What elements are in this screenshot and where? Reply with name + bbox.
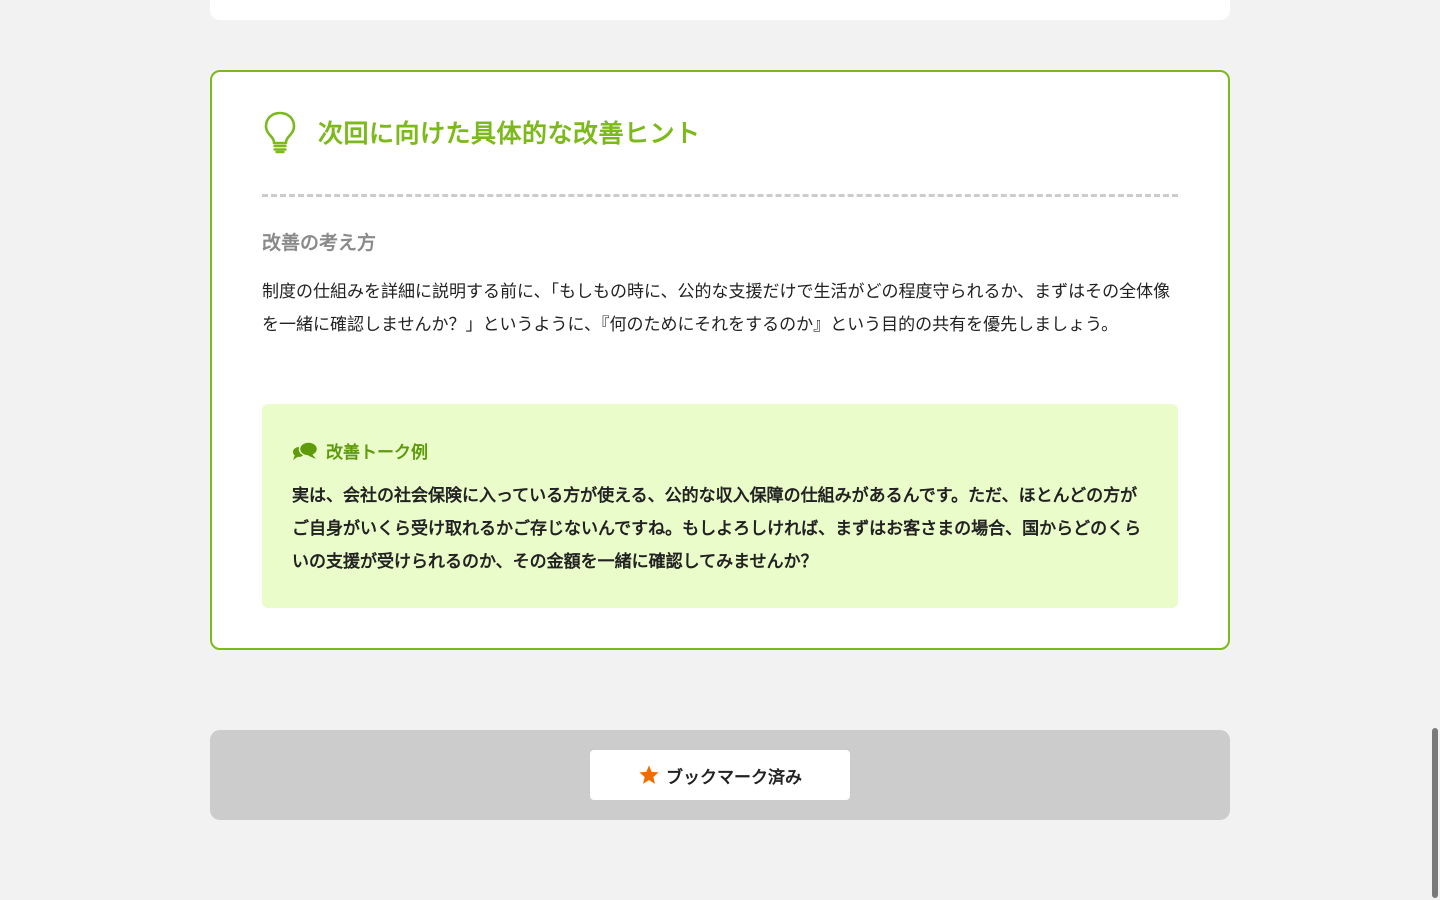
previous-card xyxy=(210,0,1230,20)
lightbulb-icon xyxy=(264,111,296,154)
star-icon xyxy=(639,765,659,784)
dashed-divider xyxy=(262,194,1178,197)
talk-example-box: 改善トーク例 実は、会社の社会保険に入っている方が使える、公的な収入保障の仕組み… xyxy=(262,404,1178,608)
improvement-hint-card: 次回に向けた具体的な改善ヒント 改善の考え方 制度の仕組みを詳細に説明する前に、… xyxy=(210,70,1230,650)
section-heading: 改善の考え方 xyxy=(262,232,377,254)
hint-title: 次回に向けた具体的な改善ヒント xyxy=(318,119,701,148)
talk-example-label: 改善トーク例 xyxy=(326,443,428,463)
bookmark-label: ブックマーク済み xyxy=(666,767,802,788)
hint-header: 次回に向けた具体的な改善ヒント xyxy=(262,110,701,154)
speech-bubbles-icon xyxy=(293,440,318,460)
talk-example-header: 改善トーク例 xyxy=(292,438,428,463)
bookmark-button[interactable]: ブックマーク済み xyxy=(590,750,850,800)
scrollbar-thumb[interactable] xyxy=(1432,728,1438,898)
improvement-explanation: 制度の仕組みを詳細に説明する前に、「もしもの時に、公的な支援だけで生活がどの程度… xyxy=(262,282,1171,335)
bookmark-bar: ブックマーク済み xyxy=(210,730,1230,820)
talk-example-text: 実は、会社の社会保険に入っている方が使える、公的な収入保障の仕組みがあるんです。… xyxy=(292,486,1142,572)
